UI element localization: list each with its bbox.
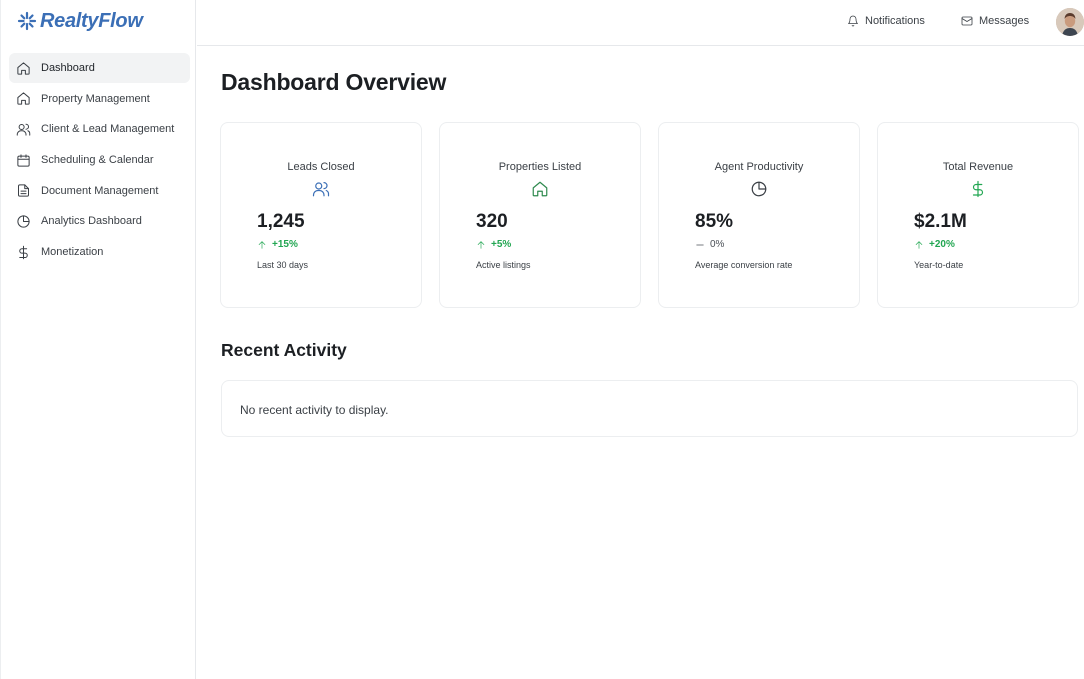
- sidebar-item-property-management[interactable]: Property Management: [9, 84, 190, 114]
- card-change-value: 0%: [710, 239, 725, 250]
- stat-card-leads-closed: Leads Closed 1,245 +15% Last 30 days: [220, 122, 422, 308]
- sidebar-nav: Dashboard Property Management Client & L…: [9, 53, 190, 268]
- recent-activity-title: Recent Activity: [221, 340, 347, 360]
- stat-card-properties-listed: Properties Listed 320 +5% Active listing…: [439, 122, 641, 308]
- card-title: Leads Closed: [287, 161, 355, 173]
- card-change-value: +15%: [272, 239, 298, 250]
- home-icon: [15, 91, 31, 107]
- user-avatar-image: [1056, 8, 1084, 36]
- sidebar: RealtyFlow Dashboard Property Management…: [0, 0, 196, 679]
- avatar[interactable]: [1056, 8, 1084, 36]
- sparkle-logo-icon: [17, 11, 37, 31]
- page-title: Dashboard Overview: [221, 69, 447, 95]
- card-title: Agent Productivity: [714, 161, 804, 173]
- arrow-up-icon: [477, 240, 485, 249]
- card-change-value: +20%: [929, 239, 955, 250]
- card-change: +15%: [257, 239, 298, 250]
- top-bar: Notifications Messages: [197, 0, 1084, 46]
- card-title: Properties Listed: [498, 161, 582, 173]
- card-value: 1,245: [257, 211, 305, 232]
- notifications-button[interactable]: Notifications: [847, 12, 925, 30]
- card-note: Active listings: [476, 260, 531, 270]
- card-note: Year-to-date: [914, 260, 964, 270]
- sidebar-item-label: Client & Lead Management: [41, 123, 175, 136]
- sidebar-item-label: Analytics Dashboard: [41, 215, 142, 228]
- sidebar-item-client-lead-management[interactable]: Client & Lead Management: [9, 114, 190, 144]
- sidebar-item-label: Dashboard: [41, 62, 95, 74]
- brand-logo[interactable]: RealtyFlow: [17, 9, 143, 33]
- mail-icon: [961, 16, 973, 26]
- recent-activity-panel: No recent activity to display.: [221, 380, 1078, 437]
- minus-icon: [696, 244, 704, 245]
- dollar-icon: [15, 244, 31, 260]
- users-icon: [15, 121, 31, 137]
- sidebar-item-label: Property Management: [41, 92, 150, 105]
- dollar-icon: [968, 179, 988, 199]
- card-value: $2.1M: [914, 211, 967, 232]
- card-value: 320: [476, 211, 508, 232]
- stat-card-agent-productivity: Agent Productivity 85% 0% Average conver…: [658, 122, 860, 308]
- card-value: 85%: [695, 211, 734, 232]
- sidebar-item-scheduling-calendar[interactable]: Scheduling & Calendar: [9, 145, 190, 175]
- arrow-up-icon: [258, 240, 266, 249]
- pie-chart-icon: [15, 213, 31, 229]
- users-icon: [311, 179, 331, 199]
- document-icon: [15, 183, 31, 199]
- home-icon: [15, 60, 31, 76]
- sidebar-item-label: Document Management: [41, 184, 159, 197]
- card-change-value: +5%: [491, 239, 512, 250]
- sidebar-item-dashboard[interactable]: Dashboard: [9, 53, 190, 83]
- bell-icon: [848, 15, 858, 27]
- card-change: +5%: [476, 239, 511, 250]
- sidebar-item-monetization[interactable]: Monetization: [9, 237, 190, 267]
- card-change: 0%: [695, 239, 724, 250]
- messages-label: Messages: [979, 15, 1030, 27]
- card-change: +20%: [914, 239, 955, 250]
- card-note: Average conversion rate: [695, 260, 793, 270]
- card-title: Total Revenue: [942, 161, 1014, 173]
- messages-button[interactable]: Messages: [961, 12, 1029, 30]
- empty-state-text: No recent activity to display.: [240, 403, 389, 417]
- sidebar-item-analytics-dashboard[interactable]: Analytics Dashboard: [9, 206, 190, 236]
- sidebar-item-label: Monetization: [41, 246, 104, 259]
- arrow-up-icon: [915, 240, 923, 249]
- brand-name: RealtyFlow: [40, 9, 143, 32]
- stat-card-total-revenue: Total Revenue $2.1M +20% Year-to-date: [877, 122, 1079, 308]
- sidebar-item-label: Scheduling & Calendar: [41, 154, 154, 167]
- calendar-icon: [15, 152, 31, 168]
- home-icon: [530, 179, 550, 199]
- notifications-label: Notifications: [865, 15, 925, 27]
- card-note: Last 30 days: [257, 260, 309, 270]
- sidebar-item-document-management[interactable]: Document Management: [9, 176, 190, 206]
- pie-chart-icon: [749, 179, 769, 199]
